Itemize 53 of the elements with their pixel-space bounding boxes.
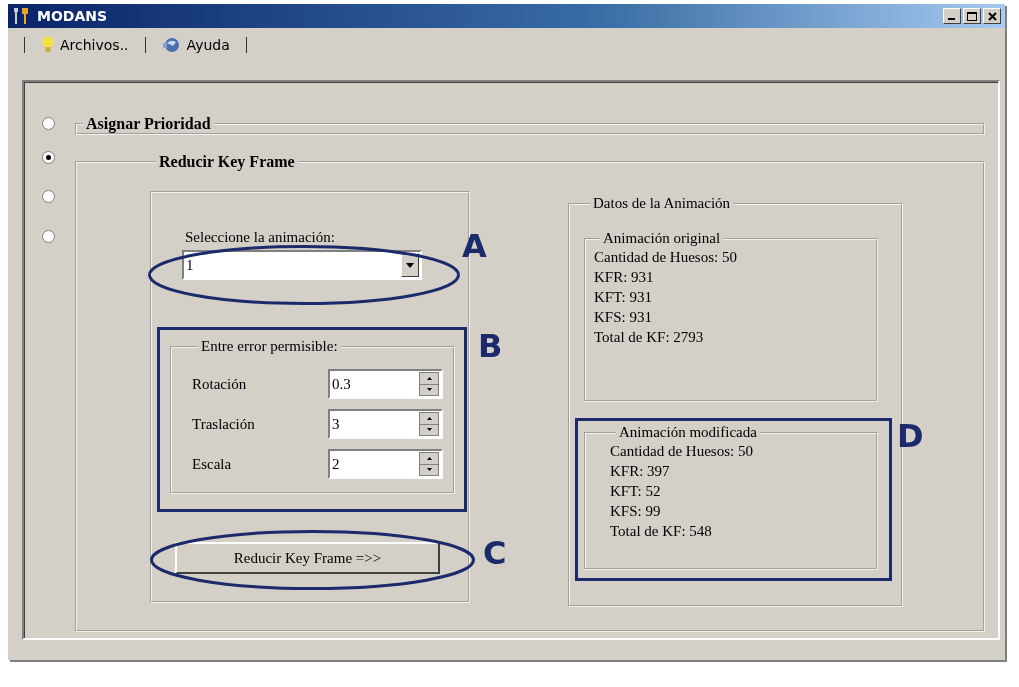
group-title: Asignar Prioridad <box>85 115 212 133</box>
caret-down-icon <box>426 388 432 392</box>
caret-up-icon <box>426 376 432 380</box>
stat-text: KFR: 931 <box>594 269 655 286</box>
dropdown[interactable]: 1 <box>182 250 422 280</box>
close-button[interactable] <box>983 8 1001 24</box>
minimize-button[interactable] <box>943 8 961 24</box>
annotation-letter: C <box>483 537 507 569</box>
group-title: Datos de la Animación <box>592 195 732 212</box>
spin-field[interactable]: 2 <box>328 449 443 479</box>
light-bulb-icon <box>41 36 55 54</box>
annotation-letter: A <box>462 230 487 262</box>
group-title: Animación modificada <box>618 424 758 441</box>
close-icon <box>987 11 997 21</box>
stat-text: Total de KF: 2793 <box>594 329 705 346</box>
radio-button[interactable] <box>42 190 55 203</box>
radio-button[interactable] <box>42 230 55 243</box>
caret-down-icon <box>426 468 432 472</box>
reduce-button[interactable]: Reducir Key Frame =>> <box>175 542 440 574</box>
stat-text: KFS: 931 <box>594 309 653 326</box>
caret-up-icon <box>426 456 432 460</box>
stat-text: KFT: 931 <box>594 289 653 306</box>
help-globe-icon <box>161 36 182 54</box>
stat-text: KFT: 52 <box>610 483 662 500</box>
spin-field[interactable]: 0.3 <box>328 369 443 399</box>
spin-field[interactable]: 3 <box>328 409 443 439</box>
caret-up-icon <box>426 416 432 420</box>
group-title: Animación original <box>602 230 722 247</box>
menu-item[interactable]: Ayuda <box>159 36 232 54</box>
spin-buttons[interactable] <box>419 412 439 436</box>
stat-text: KFS: 99 <box>610 503 662 520</box>
maximize-button[interactable] <box>963 8 981 24</box>
stat-text: Cantidad de Huesos: 50 <box>610 443 754 460</box>
caret-down-icon <box>406 262 414 268</box>
spin-buttons[interactable] <box>419 452 439 476</box>
caret-down-icon <box>426 428 432 432</box>
stat-text: Cantidad de Huesos: 50 <box>594 249 738 266</box>
field-label: Escala <box>192 455 232 473</box>
radio-button[interactable] <box>42 151 55 164</box>
maximize-icon <box>967 11 977 21</box>
spin-buttons[interactable] <box>419 372 439 396</box>
group-title: Entre error permisible: <box>200 338 339 355</box>
window-title: MODANS <box>37 8 108 24</box>
radio-button[interactable] <box>42 117 55 130</box>
stat-text: Total de KF: 548 <box>610 523 713 540</box>
annotation-letter: D <box>897 420 924 452</box>
field-label: Rotación <box>192 375 247 393</box>
field-label: Seleccione la animación: <box>185 229 336 246</box>
menu-item[interactable]: Archivos.. <box>39 36 131 54</box>
annotation-letter: B <box>478 330 503 362</box>
group-title: Reducir Key Frame <box>158 153 296 171</box>
stat-text: KFR: 397 <box>610 463 671 480</box>
field-label: Traslación <box>192 415 255 433</box>
